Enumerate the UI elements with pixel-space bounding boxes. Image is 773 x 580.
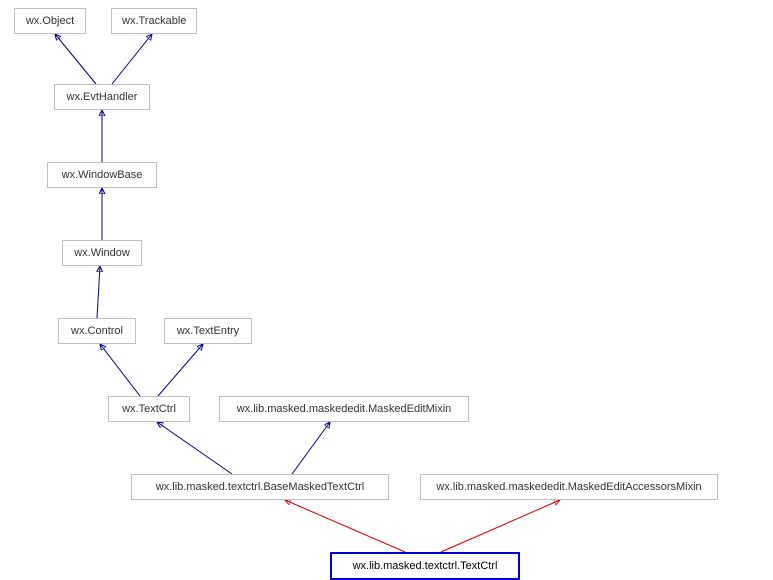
node-maskededitaccessorsmixin[interactable]: wx.lib.masked.maskededit.MaskedEditAcces…: [420, 474, 718, 500]
node-final-textctrl[interactable]: wx.lib.masked.textctrl.TextCtrl: [330, 552, 520, 580]
node-wx-textctrl[interactable]: wx.TextCtrl: [108, 396, 190, 422]
node-wx-textentry[interactable]: wx.TextEntry: [164, 318, 252, 344]
node-wx-trackable[interactable]: wx.Trackable: [111, 8, 197, 34]
inheritance-diagram: wx.Object wx.Trackable wx.EvtHandler wx.…: [0, 0, 773, 577]
node-wx-object[interactable]: wx.Object: [14, 8, 86, 34]
node-wx-window[interactable]: wx.Window: [62, 240, 142, 266]
node-maskededitmixin[interactable]: wx.lib.masked.maskededit.MaskedEditMixin: [219, 396, 469, 422]
node-wx-evthandler[interactable]: wx.EvtHandler: [54, 84, 150, 110]
node-wx-control[interactable]: wx.Control: [58, 318, 136, 344]
node-wx-windowbase[interactable]: wx.WindowBase: [47, 162, 157, 188]
node-basemaskedtextctrl[interactable]: wx.lib.masked.textctrl.BaseMaskedTextCtr…: [131, 474, 389, 500]
